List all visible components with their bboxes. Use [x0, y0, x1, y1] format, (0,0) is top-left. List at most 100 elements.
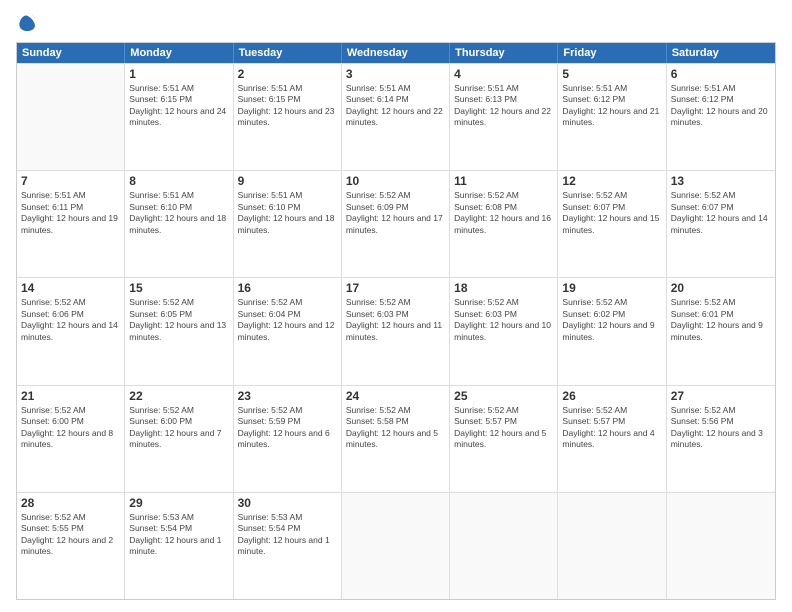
day-info: Sunrise: 5:51 AMSunset: 6:10 PMDaylight:…	[238, 190, 337, 236]
day-number: 22	[129, 389, 228, 403]
day-info: Sunrise: 5:52 AMSunset: 5:57 PMDaylight:…	[454, 405, 553, 451]
day-number: 6	[671, 67, 771, 81]
day-number: 13	[671, 174, 771, 188]
day-info: Sunrise: 5:51 AMSunset: 6:11 PMDaylight:…	[21, 190, 120, 236]
day-cell-18: 18 Sunrise: 5:52 AMSunset: 6:03 PMDayligh…	[450, 278, 558, 384]
day-info: Sunrise: 5:52 AMSunset: 6:03 PMDaylight:…	[454, 297, 553, 343]
day-info: Sunrise: 5:52 AMSunset: 6:02 PMDaylight:…	[562, 297, 661, 343]
day-number: 27	[671, 389, 771, 403]
day-info: Sunrise: 5:52 AMSunset: 6:07 PMDaylight:…	[671, 190, 771, 236]
day-cell-12: 12 Sunrise: 5:52 AMSunset: 6:07 PMDayligh…	[558, 171, 666, 277]
day-number: 12	[562, 174, 661, 188]
day-cell-15: 15 Sunrise: 5:52 AMSunset: 6:05 PMDayligh…	[125, 278, 233, 384]
day-info: Sunrise: 5:52 AMSunset: 5:57 PMDaylight:…	[562, 405, 661, 451]
day-info: Sunrise: 5:52 AMSunset: 6:00 PMDaylight:…	[21, 405, 120, 451]
day-cell-empty-4-3	[342, 493, 450, 599]
day-cell-empty-4-5	[558, 493, 666, 599]
day-number: 18	[454, 281, 553, 295]
day-cell-2: 2 Sunrise: 5:51 AMSunset: 6:15 PMDaylight…	[234, 64, 342, 170]
day-cell-1: 1 Sunrise: 5:51 AMSunset: 6:15 PMDaylight…	[125, 64, 233, 170]
logo	[16, 12, 42, 34]
day-cell-17: 17 Sunrise: 5:52 AMSunset: 6:03 PMDayligh…	[342, 278, 450, 384]
day-number: 10	[346, 174, 445, 188]
day-cell-14: 14 Sunrise: 5:52 AMSunset: 6:06 PMDayligh…	[17, 278, 125, 384]
day-cell-30: 30Sunrise: 5:53 AMSunset: 5:54 PMDayligh…	[234, 493, 342, 599]
calendar-page: SundayMondayTuesdayWednesdayThursdayFrid…	[0, 0, 792, 612]
day-info: Sunrise: 5:51 AMSunset: 6:14 PMDaylight:…	[346, 83, 445, 129]
day-info: Sunrise: 5:52 AMSunset: 6:05 PMDaylight:…	[129, 297, 228, 343]
logo-icon	[16, 12, 38, 34]
day-cell-25: 25 Sunrise: 5:52 AMSunset: 5:57 PMDayligh…	[450, 386, 558, 492]
day-cell-10: 10 Sunrise: 5:52 AMSunset: 6:09 PMDayligh…	[342, 171, 450, 277]
day-info: Sunrise: 5:52 AMSunset: 5:56 PMDaylight:…	[671, 405, 771, 451]
day-cell-5: 5 Sunrise: 5:51 AMSunset: 6:12 PMDaylight…	[558, 64, 666, 170]
weekday-header-sunday: Sunday	[17, 43, 125, 63]
day-number: 16	[238, 281, 337, 295]
day-info: Sunrise: 5:51 AMSunset: 6:15 PMDaylight:…	[238, 83, 337, 129]
day-info: Sunrise: 5:52 AMSunset: 6:01 PMDaylight:…	[671, 297, 771, 343]
day-number: 19	[562, 281, 661, 295]
day-cell-8: 8 Sunrise: 5:51 AMSunset: 6:10 PMDaylight…	[125, 171, 233, 277]
day-cell-empty-0-0	[17, 64, 125, 170]
day-info: Sunrise: 5:52 AMSunset: 6:09 PMDaylight:…	[346, 190, 445, 236]
day-info: Sunrise: 5:52 AMSunset: 5:59 PMDaylight:…	[238, 405, 337, 451]
day-number: 14	[21, 281, 120, 295]
day-number: 9	[238, 174, 337, 188]
day-cell-29: 29Sunrise: 5:53 AMSunset: 5:54 PMDayligh…	[125, 493, 233, 599]
day-number: 21	[21, 389, 120, 403]
day-cell-24: 24Sunrise: 5:52 AMSunset: 5:58 PMDayligh…	[342, 386, 450, 492]
day-number: 25	[454, 389, 553, 403]
day-info: Sunrise: 5:52 AMSunset: 5:58 PMDaylight:…	[346, 405, 445, 451]
day-number: 20	[671, 281, 771, 295]
day-info: Sunrise: 5:52 AMSunset: 5:55 PMDaylight:…	[21, 512, 120, 558]
day-number: 29	[129, 496, 228, 510]
week-row-5: 28 Sunrise: 5:52 AMSunset: 5:55 PMDayligh…	[17, 492, 775, 599]
day-cell-28: 28 Sunrise: 5:52 AMSunset: 5:55 PMDayligh…	[17, 493, 125, 599]
day-number: 28	[21, 496, 120, 510]
day-info: Sunrise: 5:52 AMSunset: 6:00 PMDaylight:…	[129, 405, 228, 451]
day-info: Sunrise: 5:52 AMSunset: 6:06 PMDaylight:…	[21, 297, 120, 343]
calendar-body: 1 Sunrise: 5:51 AMSunset: 6:15 PMDaylight…	[17, 63, 775, 599]
day-info: Sunrise: 5:52 AMSunset: 6:07 PMDaylight:…	[562, 190, 661, 236]
day-cell-19: 19 Sunrise: 5:52 AMSunset: 6:02 PMDayligh…	[558, 278, 666, 384]
weekday-header-wednesday: Wednesday	[342, 43, 450, 63]
day-number: 23	[238, 389, 337, 403]
day-number: 7	[21, 174, 120, 188]
day-cell-empty-4-6	[667, 493, 775, 599]
day-info: Sunrise: 5:51 AMSunset: 6:10 PMDaylight:…	[129, 190, 228, 236]
weekday-header-tuesday: Tuesday	[234, 43, 342, 63]
day-number: 26	[562, 389, 661, 403]
day-info: Sunrise: 5:51 AMSunset: 6:13 PMDaylight:…	[454, 83, 553, 129]
day-number: 11	[454, 174, 553, 188]
weekday-header-thursday: Thursday	[450, 43, 558, 63]
weekday-header-row: SundayMondayTuesdayWednesdayThursdayFrid…	[17, 43, 775, 63]
day-cell-20: 20 Sunrise: 5:52 AMSunset: 6:01 PMDayligh…	[667, 278, 775, 384]
day-info: Sunrise: 5:52 AMSunset: 6:03 PMDaylight:…	[346, 297, 445, 343]
day-info: Sunrise: 5:52 AMSunset: 6:08 PMDaylight:…	[454, 190, 553, 236]
weekday-header-friday: Friday	[558, 43, 666, 63]
day-cell-26: 26 Sunrise: 5:52 AMSunset: 5:57 PMDayligh…	[558, 386, 666, 492]
header	[16, 12, 776, 34]
week-row-3: 14 Sunrise: 5:52 AMSunset: 6:06 PMDayligh…	[17, 277, 775, 384]
day-cell-7: 7 Sunrise: 5:51 AMSunset: 6:11 PMDaylight…	[17, 171, 125, 277]
day-cell-22: 22 Sunrise: 5:52 AMSunset: 6:00 PMDayligh…	[125, 386, 233, 492]
day-cell-23: 23 Sunrise: 5:52 AMSunset: 5:59 PMDayligh…	[234, 386, 342, 492]
day-cell-4: 4Sunrise: 5:51 AMSunset: 6:13 PMDaylight…	[450, 64, 558, 170]
day-info: Sunrise: 5:51 AMSunset: 6:12 PMDaylight:…	[562, 83, 661, 129]
day-number: 1	[129, 67, 228, 81]
day-number: 15	[129, 281, 228, 295]
day-cell-empty-4-4	[450, 493, 558, 599]
day-cell-16: 16 Sunrise: 5:52 AMSunset: 6:04 PMDayligh…	[234, 278, 342, 384]
week-row-2: 7 Sunrise: 5:51 AMSunset: 6:11 PMDaylight…	[17, 170, 775, 277]
day-cell-6: 6Sunrise: 5:51 AMSunset: 6:12 PMDaylight…	[667, 64, 775, 170]
day-number: 5	[562, 67, 661, 81]
day-number: 2	[238, 67, 337, 81]
day-number: 17	[346, 281, 445, 295]
day-cell-11: 11 Sunrise: 5:52 AMSunset: 6:08 PMDayligh…	[450, 171, 558, 277]
week-row-1: 1 Sunrise: 5:51 AMSunset: 6:15 PMDaylight…	[17, 63, 775, 170]
day-info: Sunrise: 5:51 AMSunset: 6:15 PMDaylight:…	[129, 83, 228, 129]
day-number: 8	[129, 174, 228, 188]
day-info: Sunrise: 5:52 AMSunset: 6:04 PMDaylight:…	[238, 297, 337, 343]
day-cell-27: 27 Sunrise: 5:52 AMSunset: 5:56 PMDayligh…	[667, 386, 775, 492]
day-cell-21: 21 Sunrise: 5:52 AMSunset: 6:00 PMDayligh…	[17, 386, 125, 492]
